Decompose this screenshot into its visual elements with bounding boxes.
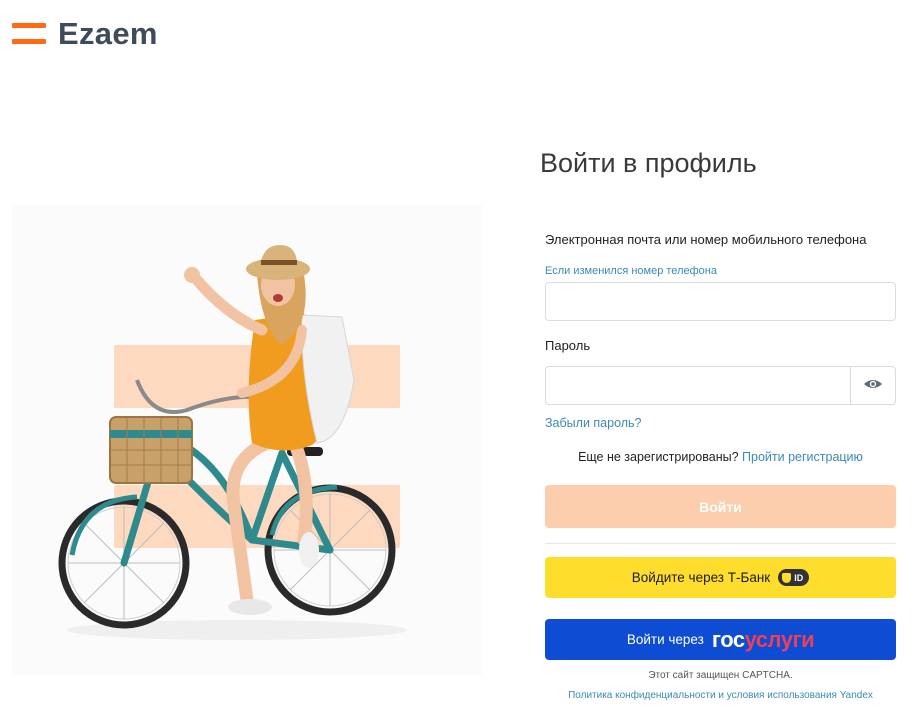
shield-icon [782, 572, 792, 583]
register-prompt: Еще не зарегистрированы? Пройти регистра… [545, 450, 896, 464]
tbank-label: Войдите через Т-Банк [631, 570, 771, 585]
gosuslugi-logo: госуслуги [711, 626, 815, 652]
forgot-password-link[interactable]: Забыли пароль? [545, 416, 642, 430]
not-registered-text: Еще не зарегистрированы? [578, 450, 739, 464]
gosuslugi-logo-part2: услуги [744, 626, 815, 652]
register-link[interactable]: Пройти регистрацию [742, 450, 863, 464]
tbank-badge-text: ID [794, 572, 804, 583]
divider [545, 543, 896, 544]
tbank-login-button[interactable]: Войдите через Т-Банк ID [545, 557, 896, 598]
password-label: Пароль [545, 338, 591, 353]
captcha-note: Этот сайт защищен CAPTCHA. [648, 670, 793, 681]
email-field[interactable] [545, 282, 896, 321]
eye-icon [863, 377, 883, 395]
gosuslugi-label: Войти через [626, 632, 704, 647]
show-password-button[interactable] [850, 366, 896, 405]
girl-on-bicycle-image [12, 205, 482, 675]
ezaem-logo[interactable]: Ezaem [12, 18, 158, 49]
login-button[interactable]: Войти [545, 485, 896, 528]
gosuslugi-logo-part1: гос [711, 626, 745, 652]
password-field[interactable] [545, 366, 851, 405]
hero-illustration [12, 205, 482, 675]
tbank-id-badge: ID [778, 569, 810, 586]
yandex-privacy-link[interactable]: Политика конфиденциальности и условия ис… [545, 690, 896, 701]
page-title: Войти в профиль [540, 148, 757, 178]
logo-text: Ezaem [58, 16, 158, 51]
gosuslugi-login-button[interactable]: Войти через госуслуги [545, 619, 896, 660]
phone-changed-link[interactable]: Если изменился номер телефона [545, 265, 717, 277]
ezaem-logo-icon [12, 20, 46, 48]
email-label: Электронная почта или номер мобильного т… [545, 232, 867, 247]
